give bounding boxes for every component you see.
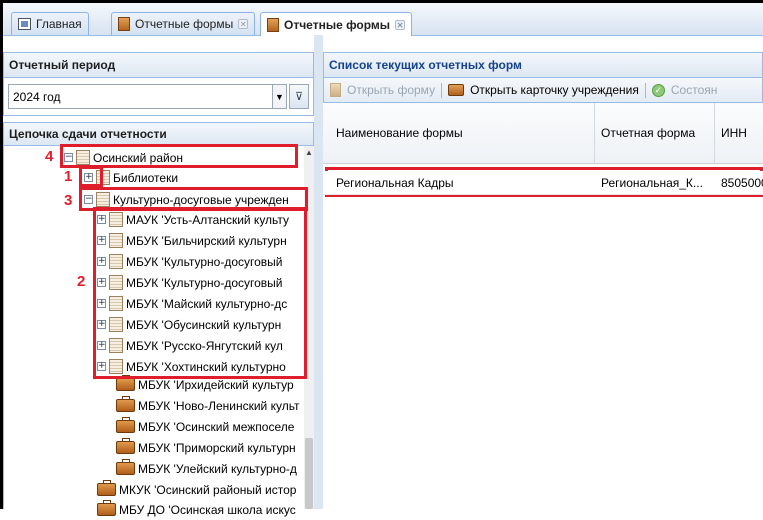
tree-node-label: Библиотеки [113, 170, 179, 185]
briefcase-icon [97, 480, 116, 496]
annotation-number-1: 1 [64, 168, 73, 185]
filter-icon: ⊽ [294, 91, 304, 103]
column-header-inn[interactable]: ИНН [715, 103, 763, 163]
annotation-number-4: 4 [45, 148, 54, 165]
open-institution-card-button[interactable]: Открыть карточку учреждения [470, 83, 639, 97]
tab-label: Главная [36, 17, 82, 31]
tree-node-label: МБУК 'Ирхидейский культур [138, 377, 294, 392]
forms-toolbar: Открыть форму Открыть карточку учреждени… [323, 78, 763, 103]
briefcase-icon [116, 417, 135, 433]
status-button[interactable]: Состоян [671, 83, 718, 97]
toolbar-divider [441, 82, 443, 98]
tab-report-forms-1[interactable]: Отчетные формы ✕ [111, 12, 256, 35]
tab-label: Отчетные формы [284, 17, 391, 32]
open-form-button[interactable]: Открыть форму [347, 83, 435, 97]
annotation-box-2 [93, 207, 307, 379]
tree-node[interactable]: МКУК 'Осинский районый истор [97, 479, 296, 500]
cell-form-name: Региональная Кадры [336, 175, 454, 190]
tree-node-label: МБУК 'Ново-Ленинский культ [138, 398, 300, 413]
report-form-icon [267, 17, 279, 32]
forms-list-title: Список текущих отчетных форм [329, 58, 522, 72]
close-icon[interactable]: ✕ [238, 19, 249, 29]
close-icon[interactable]: ✕ [395, 19, 406, 30]
column-header-label: Наименование формы [336, 126, 463, 140]
report-form-icon [118, 17, 130, 31]
tree-node[interactable]: МБУК 'Приморский культурн [116, 437, 296, 458]
tree-node-label: МКУК 'Осинский районый истор [119, 482, 297, 497]
tab-report-forms-2[interactable]: Отчетные формы ✕ [260, 12, 413, 36]
tree-node-label: МБУК 'Приморский культурн [138, 440, 296, 455]
briefcase-icon [116, 375, 135, 391]
period-select-value: 2024 год [13, 89, 61, 104]
scrollbar-thumb[interactable] [305, 438, 313, 509]
annotation-number-2: 2 [77, 273, 86, 290]
briefcase-icon [116, 438, 135, 454]
tab-home[interactable]: Главная [11, 12, 89, 35]
tab-bar: Главная Отчетные формы ✕ Отчетные формы … [3, 3, 763, 36]
column-header-label: ИНН [721, 126, 747, 140]
panel-splitter[interactable] [314, 35, 323, 509]
cell-inn: 8505000 [721, 175, 763, 190]
cell-report-form: Региональная_К... [601, 175, 703, 190]
column-header-label: Отчетная форма [601, 126, 696, 140]
open-form-icon [330, 83, 341, 97]
tree-node[interactable]: МБУ ДО 'Осинская школа искус [97, 499, 296, 520]
briefcase-icon [97, 500, 116, 516]
tree-node-label: МБУК 'Осинский межпоселе [138, 419, 295, 434]
tree-node[interactable]: МБУК 'Ново-Ленинский культ [116, 395, 300, 416]
tree-node-label: МБУ ДО 'Осинская школа искус [119, 502, 296, 517]
briefcase-icon [116, 459, 135, 475]
check-icon: ✓ [651, 83, 665, 97]
briefcase-icon [116, 396, 135, 412]
period-select[interactable]: 2024 год [8, 84, 273, 109]
column-header-name[interactable]: Наименование формы [330, 103, 595, 163]
tab-label: Отчетные формы [135, 17, 234, 31]
annotation-box-4 [60, 144, 298, 168]
chevron-down-icon[interactable]: ▼ [273, 84, 287, 109]
chain-panel-title: Цепочка сдачи отчетности [9, 127, 167, 141]
forms-list-header: Список текущих отчетных форм [323, 52, 763, 78]
tree-node[interactable]: МБУК 'Улейский культурно-д [116, 458, 297, 479]
filter-clear-button[interactable]: ⊽ [289, 84, 309, 109]
briefcase-icon [448, 84, 465, 96]
annotation-number-3: 3 [64, 192, 73, 209]
tree-node-label: МБУК 'Улейский культурно-д [138, 461, 297, 476]
toolbar-divider [644, 82, 646, 98]
chain-panel-header: Цепочка сдачи отчетности [3, 122, 314, 146]
column-header-form[interactable]: Отчетная форма [595, 103, 715, 163]
period-panel-header: Отчетный период [3, 52, 314, 78]
tree-node[interactable]: МБУК 'Осинский межпоселе [116, 416, 294, 437]
annotation-box-1 [79, 166, 103, 187]
home-icon [18, 18, 31, 30]
period-panel-title: Отчетный период [9, 58, 116, 72]
scroll-up-icon[interactable]: ▲ [304, 148, 314, 158]
